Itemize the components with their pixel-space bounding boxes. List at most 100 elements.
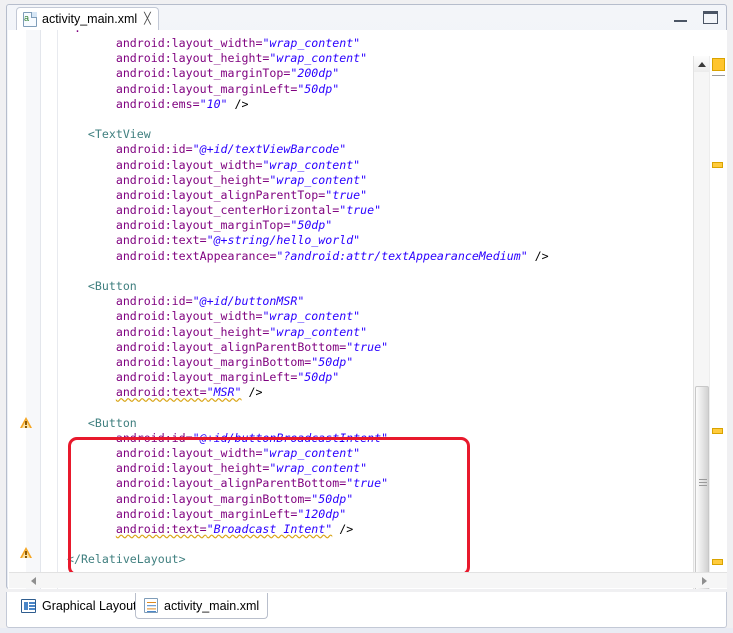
overview-ruler[interactable]: [709, 56, 726, 589]
code-line: android:layout_alignParentBottom="true": [60, 476, 549, 491]
code-token-val: "200dp": [290, 66, 339, 80]
code-line: android:layout_centerHorizontal="true": [60, 203, 549, 218]
tab-graphical-layout[interactable]: Graphical Layout: [13, 593, 145, 619]
code-token-val: "@+id/buttonMSR": [193, 294, 305, 308]
code-line: android:layout_height="wrap_content": [60, 173, 549, 188]
editor-view-tabs: Graphical Layout activity_main.xml: [6, 592, 727, 628]
code-token-attr: android:layout_height=: [116, 325, 270, 339]
code-line: android:id="@+id/buttonBroadcastIntent": [60, 431, 549, 446]
code-token-val: "wrap_content": [269, 325, 367, 339]
vertical-scroll-thumb[interactable]: [695, 386, 709, 589]
overview-warning-marker[interactable]: [712, 162, 723, 168]
code-line: [60, 401, 549, 416]
tab-xml-source[interactable]: activity_main.xml: [135, 593, 268, 619]
code-token-attr: android:ems=: [116, 97, 200, 111]
editor-tab-label: activity_main.xml: [42, 12, 137, 26]
code-token-val: "true": [346, 476, 388, 490]
code-line: </RelativeLayout>: [60, 552, 549, 567]
code-line: android:layout_width="wrap_content": [60, 309, 549, 324]
code-token-val: "wrap_content": [262, 36, 360, 50]
window-buttons: [674, 11, 718, 24]
code-token-val: "50dp": [311, 355, 353, 369]
code-line: android:text="MSR" />: [60, 385, 549, 400]
code-token-attr: android:layout_marginLeft=: [116, 507, 297, 521]
code-token-val: "wrap_content": [262, 158, 360, 172]
code-token-attr: android:layout_marginTop=: [116, 66, 291, 80]
code-token-punc: />: [242, 385, 263, 399]
xml-file-icon: a: [23, 12, 37, 27]
code-token-val: "10": [200, 97, 228, 111]
xml-source-code[interactable]: android:layout_width="wrap_content" andr…: [60, 36, 549, 568]
code-editor-area[interactable]: . android:layout_width="wrap_content" an…: [8, 30, 727, 589]
code-token-attr: android:layout_width=: [116, 36, 263, 50]
code-line: android:layout_width="wrap_content": [60, 446, 549, 461]
code-token-attr: android:id=: [116, 431, 193, 445]
overview-status-box[interactable]: [712, 58, 725, 71]
code-token-val: "50dp": [290, 218, 332, 232]
code-line: android:layout_alignParentBottom="true": [60, 340, 549, 355]
code-token-val: "wrap_content": [269, 461, 367, 475]
code-line: [60, 537, 549, 552]
code-line: android:text="@+string/hello_world": [60, 233, 549, 248]
warning-marker-msr-text[interactable]: [20, 416, 34, 430]
code-token-val: "@+id/textViewBarcode": [193, 142, 347, 156]
code-token-attr: android:layout_width=: [116, 446, 263, 460]
code-token-val: "true": [339, 203, 381, 217]
code-token-attr: android:layout_alignParentBottom=: [116, 476, 346, 490]
code-token-attr: android:layout_marginBottom=: [116, 355, 311, 369]
scroll-up-arrow[interactable]: [694, 56, 710, 72]
code-line: android:layout_marginBottom="50dp": [60, 492, 549, 507]
folding-gutter[interactable]: [41, 30, 58, 589]
code-token-attr: android:id=: [116, 142, 193, 156]
code-token-val: "true": [325, 188, 367, 202]
code-line: <TextView: [60, 127, 549, 142]
code-token-val: "wrap_content": [269, 173, 367, 187]
code-token-attr: android:id=: [116, 294, 193, 308]
code-token-attr: android:textAppearance=: [116, 249, 277, 263]
tab-xml-source-label: activity_main.xml: [164, 599, 259, 613]
code-line: android:layout_marginTop="200dp": [60, 66, 549, 81]
minimize-icon[interactable]: [674, 13, 687, 22]
code-token-val: "50dp": [297, 82, 339, 96]
warning-marker-broadcast-text[interactable]: [20, 546, 34, 560]
code-line: android:id="@+id/buttonMSR": [60, 294, 549, 309]
code-line: android:id="@+id/textViewBarcode": [60, 142, 549, 157]
code-token-attr: android:layout_width=: [116, 309, 263, 323]
horizontal-scrollbar[interactable]: [9, 572, 727, 588]
maximize-icon[interactable]: [703, 11, 718, 24]
code-token-attr: android:layout_alignParentBottom=: [116, 340, 346, 354]
vertical-scrollbar[interactable]: [693, 56, 710, 589]
code-line: android:layout_marginTop="50dp": [60, 218, 549, 233]
window-bottom-strip: [0, 628, 733, 633]
code-line: android:layout_height="wrap_content": [60, 51, 549, 66]
line-number-gutter: [26, 30, 41, 589]
code-line: android:layout_marginLeft="120dp": [60, 507, 549, 522]
code-token-punc: />: [228, 97, 249, 111]
code-line: android:layout_marginBottom="50dp": [60, 355, 549, 370]
code-line: [60, 112, 549, 127]
code-line: android:layout_height="wrap_content": [60, 325, 549, 340]
editor-tab-activity-main-xml[interactable]: a activity_main.xml ╳: [16, 7, 159, 30]
scroll-right-arrow[interactable]: [696, 573, 712, 588]
code-line: android:layout_height="wrap_content": [60, 461, 549, 476]
overview-warning-marker[interactable]: [712, 559, 723, 565]
code-line: android:text="Broadcast Intent" />: [60, 522, 549, 537]
code-token-val: "?android:attr/textAppearanceMedium": [276, 249, 527, 263]
code-token-attr: android:layout_height=: [116, 461, 270, 475]
overview-warning-marker[interactable]: [712, 428, 723, 434]
code-token-attr: android:layout_marginLeft=: [116, 370, 297, 384]
code-token-val: "50dp": [297, 370, 339, 384]
code-token-val: "MSR": [207, 385, 242, 399]
annotation-gutter[interactable]: [8, 30, 27, 589]
xml-source-icon: [144, 598, 158, 613]
code-token-tag: </RelativeLayout>: [67, 552, 186, 566]
code-token-val: "wrap_content": [262, 309, 360, 323]
editor-tab-strip: a activity_main.xml ╳: [7, 5, 726, 30]
code-line: [60, 264, 549, 279]
code-token-val: "wrap_content": [262, 446, 360, 460]
close-icon[interactable]: ╳: [142, 14, 151, 25]
code-token-val: "@+string/hello_world": [207, 233, 361, 247]
code-token-val: "@+id/buttonBroadcastIntent": [193, 431, 388, 445]
scroll-left-arrow[interactable]: [25, 573, 41, 588]
code-token-punc: />: [528, 249, 549, 263]
